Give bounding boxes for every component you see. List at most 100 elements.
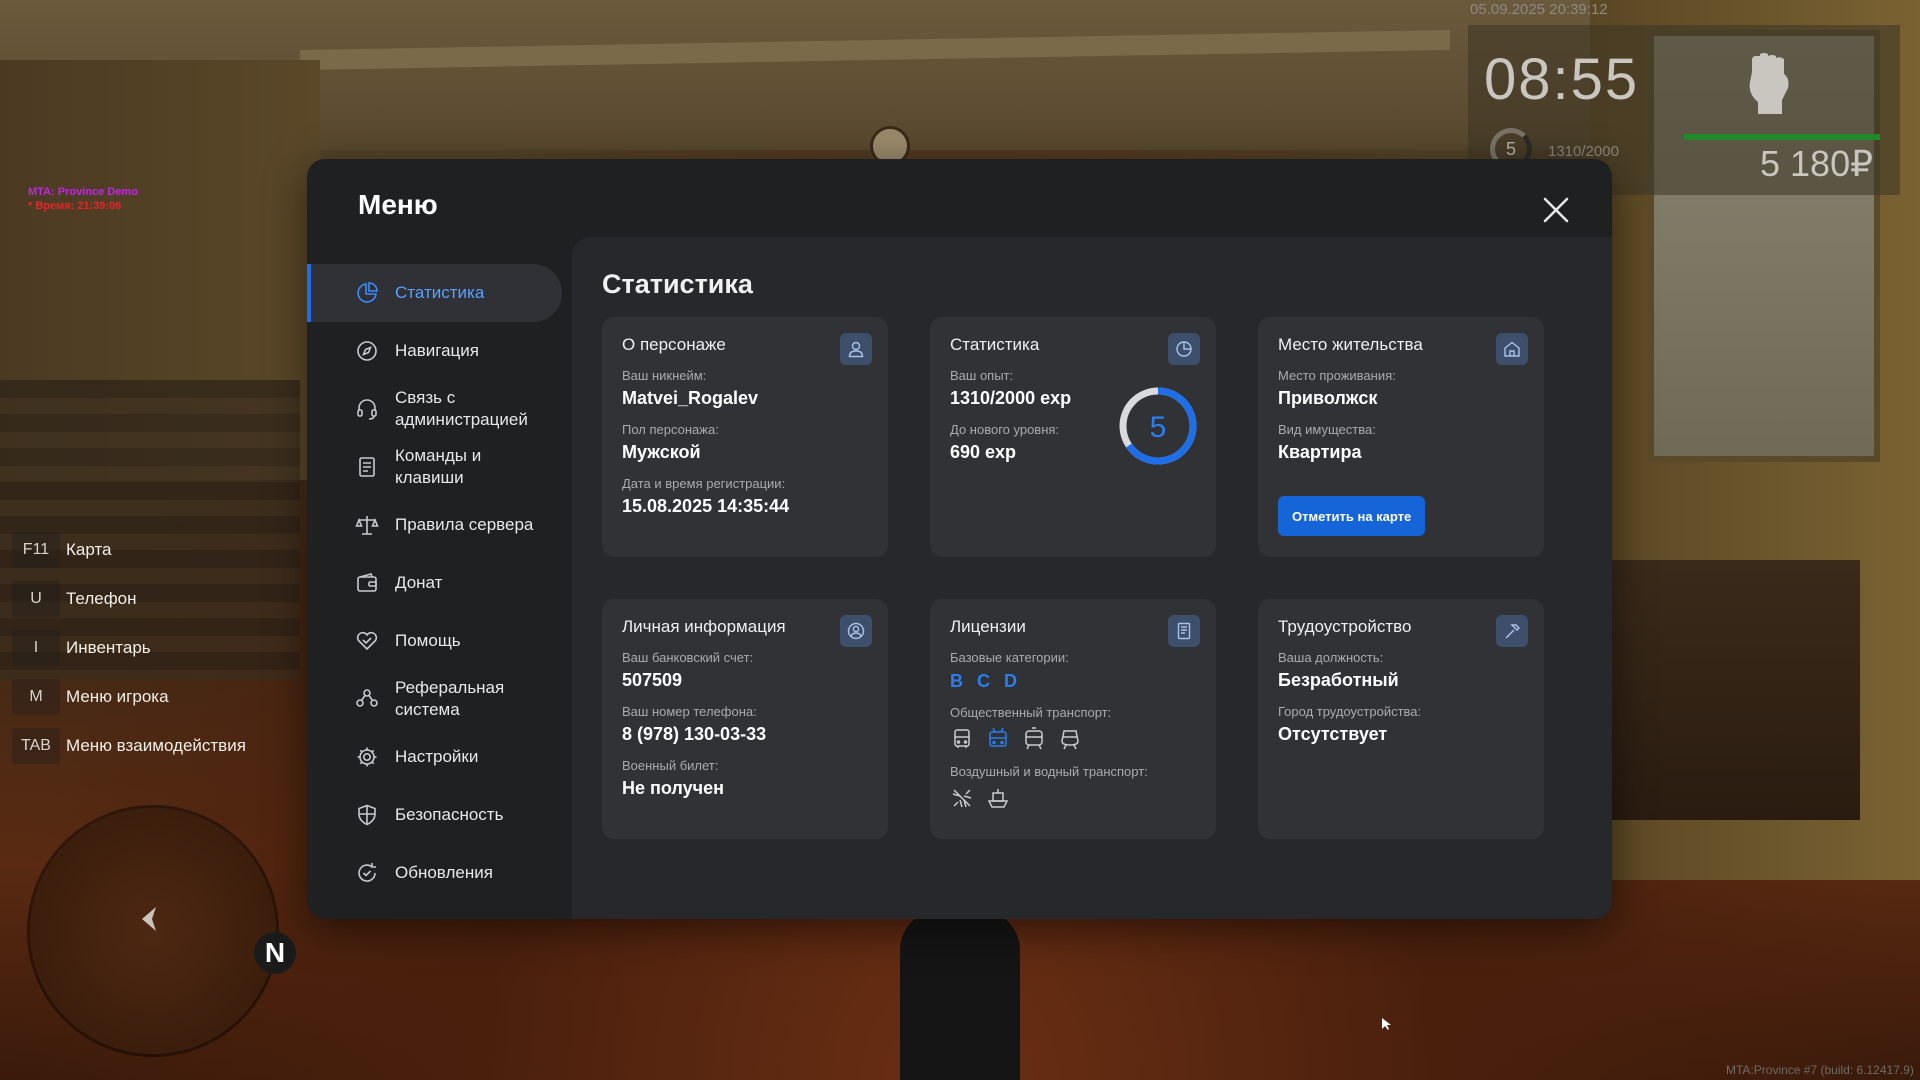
player-arrow-icon xyxy=(142,907,156,931)
card-personal-info: Личная информация Ваш банковский счет: 5… xyxy=(602,599,888,839)
nav-item-statistics[interactable]: Статистика xyxy=(307,264,562,322)
build-info: MTA:Province #7 (build: 6.12417.9) xyxy=(1726,1063,1914,1077)
compass-icon xyxy=(357,341,377,361)
nav-item-help[interactable]: Помощь xyxy=(307,612,562,670)
hotkey-label: Карта xyxy=(66,539,112,559)
field-label: Город трудоустройства: xyxy=(1278,704,1422,719)
hotkey-label: Телефон xyxy=(66,588,137,608)
nav-item-commands[interactable]: Команды и клавиши xyxy=(307,438,562,496)
field-label: Ваш номер телефона: xyxy=(622,704,757,719)
train-icon xyxy=(1061,730,1079,750)
tram-icon xyxy=(1025,727,1043,750)
user-icon xyxy=(840,333,872,365)
card-licenses: Лицензии Базовые категории: B C D Общест… xyxy=(930,599,1216,839)
air-water-licenses xyxy=(950,786,1196,810)
card-statistics: Статистика Ваш опыт: 1310/2000 exp До но… xyxy=(930,317,1216,557)
nav-item-updates[interactable]: Обновления xyxy=(307,844,562,902)
nav-item-rules[interactable]: Правила сервера xyxy=(307,496,562,554)
hotkey-key: U xyxy=(12,580,60,617)
employment-city-value: Отсутствует xyxy=(1278,724,1388,744)
card-title: Лицензии xyxy=(950,617,1026,636)
debug-server-name: MTA: Province Demo xyxy=(28,186,138,198)
nav-item-navigation[interactable]: Навигация xyxy=(307,322,562,380)
hotkey-label: Инвентарь xyxy=(66,637,151,657)
nav-label: Помощь xyxy=(395,631,461,650)
field-label: Военный билет: xyxy=(622,758,719,773)
stats-content: Статистика О персонаже Ваш никнейм: Matv… xyxy=(572,237,1612,919)
nav-item-contact-admin[interactable]: Связь с администрацией xyxy=(307,380,562,438)
hotkey-map[interactable]: F11 Карта xyxy=(12,525,246,574)
field-label: Общественный транспорт: xyxy=(950,705,1112,720)
license-icon xyxy=(1168,615,1200,647)
menu-sidebar: Статистика Навигация Связь с администрац… xyxy=(307,264,562,902)
bus-icon xyxy=(954,729,970,748)
chart-pie-icon xyxy=(357,282,378,303)
headset-icon xyxy=(357,399,377,420)
hud-health-bar xyxy=(1684,134,1880,140)
military-id-value: Не получен xyxy=(622,778,724,798)
card-employment: Трудоустройство Ваша должность: Безработ… xyxy=(1258,599,1544,839)
handshake-icon xyxy=(356,631,378,651)
nav-item-referral[interactable]: Реферальная система xyxy=(307,670,562,728)
card-title: Статистика xyxy=(950,335,1040,354)
debug-info: MTA: Province Demo * Время: 21:39:06 xyxy=(28,185,138,213)
hotkey-key: F11 xyxy=(12,531,60,568)
phone-value: 8 (978) 130-03-33 xyxy=(622,724,767,744)
level-progress-ring: 5 xyxy=(1119,387,1197,465)
nav-label: Обновления xyxy=(395,863,493,882)
hotkey-key: I xyxy=(12,629,60,666)
hotkey-label: Меню взаимодействия xyxy=(66,735,246,755)
scene-chair-right xyxy=(1610,560,1860,820)
hotkey-inventory[interactable]: I Инвентарь xyxy=(12,623,246,672)
field-label: Ваш банковский счет: xyxy=(622,650,754,665)
card-title: Личная информация xyxy=(622,617,786,636)
airplane-icon xyxy=(952,789,972,808)
refresh-icon xyxy=(358,863,376,882)
field-label: Вид имущества: xyxy=(1278,422,1376,437)
nav-label: Команды и клавиши xyxy=(395,446,482,487)
nav-item-security[interactable]: Безопасность xyxy=(307,786,562,844)
close-icon[interactable] xyxy=(1541,195,1571,225)
hammer-icon xyxy=(1496,615,1528,647)
debug-time: * Время: 21:39:06 xyxy=(28,200,122,212)
document-icon xyxy=(359,457,375,477)
scales-icon xyxy=(355,516,379,535)
home-icon xyxy=(1496,333,1528,365)
nav-item-donate[interactable]: Донат xyxy=(307,554,562,612)
nav-label: Статистика xyxy=(395,283,485,302)
nav-label: Связь с администрацией xyxy=(395,388,528,429)
trolleybus-icon xyxy=(989,727,1007,747)
hotkey-label: Меню игрока xyxy=(66,686,169,706)
card-title: О персонаже xyxy=(622,335,726,354)
mark-on-map-button[interactable]: Отметить на карте xyxy=(1278,496,1426,536)
wallet-icon xyxy=(357,573,377,592)
chart-pie-icon xyxy=(1168,333,1200,365)
field-label: Ваш никнейм: xyxy=(622,368,707,383)
nav-label: Навигация xyxy=(395,341,479,360)
position-value: Безработный xyxy=(1278,670,1399,690)
registration-value: 15.08.2025 14:35:44 xyxy=(622,496,790,516)
field-label: Место проживания: xyxy=(1278,368,1396,383)
hotkey-player-menu[interactable]: M Меню игрока xyxy=(12,672,246,721)
gender-value: Мужской xyxy=(622,442,701,462)
hotkey-interaction-menu[interactable]: TAB Меню взаимодействия xyxy=(12,721,246,770)
field-label: Базовые категории: xyxy=(950,650,1069,665)
field-label: Ваш опыт: xyxy=(950,368,1014,383)
field-label: Пол персонажа: xyxy=(622,422,719,437)
nav-label: Правила сервера xyxy=(395,515,534,534)
nav-label: Настройки xyxy=(395,747,479,766)
nav-label: Донат xyxy=(395,573,443,592)
property-value: Квартира xyxy=(1278,442,1362,462)
boat-icon xyxy=(987,789,1009,808)
card-character: О персонаже Ваш никнейм: Matvei_Rogalev … xyxy=(602,317,888,557)
player-character xyxy=(900,910,1020,1080)
license-category-b: B xyxy=(950,671,963,691)
field-label: Дата и время регистрации: xyxy=(622,476,786,491)
compass-north: N xyxy=(254,932,296,974)
hud-money: 5 180₽ xyxy=(1760,143,1873,184)
content-title: Статистика xyxy=(602,269,753,299)
hud-exp: 1310/2000 xyxy=(1548,143,1619,160)
nav-item-settings[interactable]: Настройки xyxy=(307,728,562,786)
hotkey-phone[interactable]: U Телефон xyxy=(12,574,246,623)
bank-account-value: 507509 xyxy=(622,670,683,690)
